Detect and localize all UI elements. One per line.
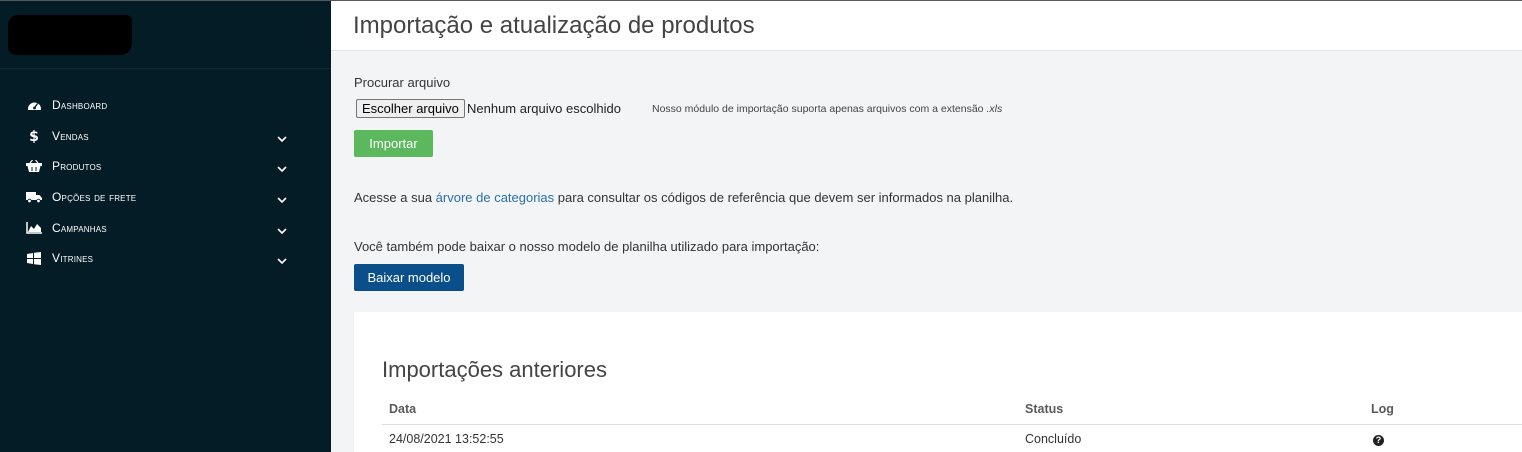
previous-imports-card: Importações anteriores Data Status Log 2… [354, 312, 1522, 452]
brand-area [0, 1, 331, 69]
page-header: Importação e atualização de produtos [331, 1, 1522, 51]
sidebar-item-dashboard[interactable]: Dashboard [0, 90, 331, 121]
chevron-down-icon[interactable] [276, 223, 288, 234]
sidebar-item-produtos[interactable]: Produtos [0, 151, 331, 182]
sidebar: Dashboard $ Vendas Produtos Opções de fr… [0, 1, 331, 452]
truck-icon [26, 190, 42, 204]
chevron-down-icon[interactable] [276, 161, 288, 173]
sidebar-item-label: Produtos [52, 159, 102, 174]
file-hint: Nosso módulo de importação suporta apena… [652, 103, 1002, 115]
windows-icon [26, 251, 42, 265]
column-header-data[interactable]: Data [382, 395, 1018, 425]
sidebar-item-label: Vitrines [52, 251, 94, 266]
tree-prefix: Acesse a sua [354, 190, 436, 205]
category-tree-text: Acesse a sua árvore de categorias para c… [354, 190, 1013, 205]
table-row: 24/08/2021 13:52:55 Concluído ? [382, 424, 1522, 452]
sidebar-item-label: Campanhas [52, 220, 107, 235]
redacted-logo [8, 15, 132, 55]
previous-imports-table: Data Status Log 24/08/2021 13:52:55 Conc… [382, 395, 1522, 452]
file-hint-ext: .xls [986, 103, 1003, 115]
cell-log: ? [1364, 424, 1522, 452]
cell-date: 24/08/2021 13:52:55 [389, 431, 504, 446]
dollar-icon: $ [26, 129, 42, 143]
table-header-row: Data Status Log [382, 395, 1522, 425]
sidebar-item-vendas[interactable]: $ Vendas [0, 121, 331, 152]
category-tree-link[interactable]: árvore de categorias [436, 190, 555, 205]
chevron-down-icon[interactable] [276, 192, 288, 204]
tree-suffix: para consultar os códigos de referência … [554, 190, 1014, 205]
column-header-status[interactable]: Status [1018, 395, 1364, 425]
no-file-text: Nenhum arquivo escolhido [467, 101, 621, 116]
column-header-log[interactable]: Log [1364, 395, 1522, 425]
sidebar-item-label: Vendas [52, 128, 89, 143]
file-hint-text: Nosso módulo de importação suporta apena… [652, 103, 984, 115]
model-text: Você também pode baixar o nosso modelo d… [354, 239, 820, 254]
basket-icon [26, 159, 42, 173]
area-chart-icon [26, 221, 42, 235]
sidebar-item-campanhas[interactable]: Campanhas [0, 212, 331, 243]
download-model-button[interactable]: Baixar modelo [354, 264, 464, 291]
choose-file-button[interactable]: Escolher arquivo [356, 99, 465, 118]
previous-imports-title: Importações anteriores [382, 357, 607, 382]
sidebar-nav: Dashboard $ Vendas Produtos Opções de fr… [0, 90, 331, 274]
chevron-down-icon[interactable] [276, 131, 288, 143]
sidebar-item-label: Opções de frete [52, 190, 137, 205]
file-label: Procurar arquivo [354, 75, 451, 90]
page-title: Importação e atualização de produtos [353, 12, 755, 39]
sidebar-item-label: Dashboard [52, 98, 108, 113]
chevron-down-icon[interactable] [276, 253, 288, 265]
cell-status: Concluído [1025, 431, 1082, 446]
svg-text:$: $ [29, 129, 39, 143]
import-button[interactable]: Importar [354, 130, 433, 157]
sidebar-item-opcoes-de-frete[interactable]: Opções de frete [0, 182, 331, 213]
main-area: Importação e atualização de produtos Pro… [331, 1, 1522, 452]
question-circle-icon[interactable]: ? [1373, 434, 1384, 446]
dashboard-icon [26, 98, 42, 112]
sidebar-item-vitrines[interactable]: Vitrines [0, 243, 331, 274]
